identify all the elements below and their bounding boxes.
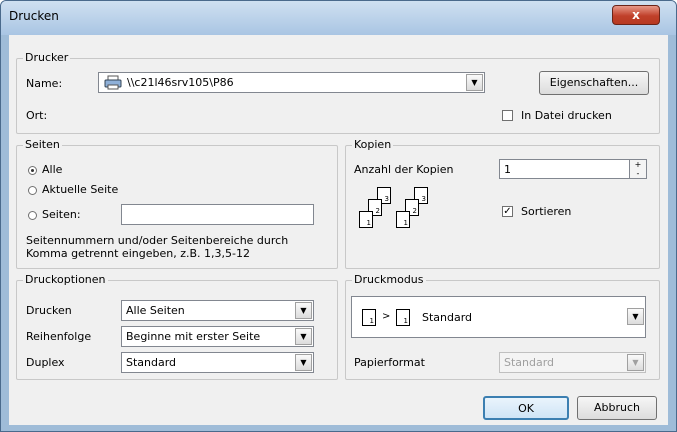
radio-all-label: Alle — [42, 163, 63, 176]
collate-checkbox[interactable]: ✓ — [502, 206, 513, 217]
print-dialog: Drucken x Drucker Name: \\c21l46srv105\P… — [0, 0, 677, 432]
order-select[interactable]: Beginne mit erster Seite ▼ — [121, 326, 314, 347]
printer-group: Drucker — [16, 51, 660, 134]
print-mode-group-label: Druckmodus — [352, 273, 426, 286]
paper-format-select[interactable]: Standard ▼ — [499, 352, 646, 373]
properties-button[interactable]: Eigenschaften... — [539, 71, 649, 95]
pages-hint-line2: Komma getrennt eingeben, z.B. 1,3,5-12 — [26, 247, 250, 260]
ok-button-label: OK — [518, 402, 534, 415]
printer-dropdown-icon[interactable]: ▼ — [466, 74, 483, 91]
dialog-body: Drucker Name: \\c21l46srv105\P86 ▼ Eigen… — [9, 35, 668, 425]
copies-count-label: Anzahl der Kopien — [354, 163, 454, 176]
pages-hint-line1: Seitennummern und/oder Seitenbereiche du… — [26, 234, 289, 247]
check-icon: ✓ — [503, 206, 512, 217]
print-what-label: Drucken — [26, 304, 72, 317]
ok-button[interactable]: OK — [483, 396, 569, 420]
printer-group-label: Drucker — [23, 51, 71, 64]
radio-all-pages[interactable] — [28, 166, 37, 175]
mode-page-icon: 1 — [362, 309, 376, 326]
title-bar[interactable]: Drucken x — [1, 1, 676, 35]
spin-down-icon[interactable]: - — [630, 169, 646, 178]
printer-name-label: Name: — [26, 77, 63, 90]
radio-current-page[interactable] — [28, 186, 37, 195]
location-label: Ort: — [26, 109, 48, 122]
mode-arrow-icon: > — [382, 311, 391, 322]
cancel-button-label: Abbruch — [593, 401, 640, 414]
chevron-down-icon[interactable]: ▼ — [627, 308, 644, 325]
spin-up-icon[interactable]: + — [630, 160, 646, 169]
page-range-input[interactable] — [121, 204, 314, 225]
close-icon: x — [632, 8, 640, 22]
paper-format-label: Papierformat — [354, 356, 425, 369]
copies-spinner[interactable]: + - — [629, 159, 647, 179]
collate-label: Sortieren — [521, 205, 572, 218]
print-what-value: Alle Seiten — [126, 304, 185, 317]
order-label: Reihenfolge — [26, 330, 92, 343]
order-value: Beginne mit erster Seite — [126, 330, 261, 343]
duplex-select[interactable]: Standard ▼ — [121, 352, 314, 373]
collate-page: 1 — [359, 211, 373, 228]
chevron-down-icon[interactable]: ▼ — [295, 328, 312, 345]
radio-current-label: Aktuelle Seite — [42, 183, 119, 196]
print-to-file-checkbox[interactable] — [502, 110, 513, 121]
print-mode-value: Standard — [422, 311, 473, 324]
chevron-down-icon[interactable]: ▼ — [295, 302, 312, 319]
print-to-file-label: In Datei drucken — [521, 109, 612, 122]
duplex-label: Duplex — [26, 356, 65, 369]
printer-icon — [104, 75, 122, 90]
mode-page-icon: 1 — [396, 309, 410, 326]
copies-count-input[interactable]: 1 — [499, 159, 644, 179]
print-mode-select[interactable]: 1 > 1 Standard ▼ — [351, 296, 646, 338]
close-button[interactable]: x — [612, 5, 660, 25]
print-what-select[interactable]: Alle Seiten ▼ — [121, 300, 314, 321]
collate-page: 1 — [396, 211, 410, 228]
pages-group-label: Seiten — [23, 138, 62, 151]
chevron-down-icon[interactable]: ▼ — [295, 354, 312, 371]
window-title: Drucken — [9, 9, 59, 23]
cancel-button[interactable]: Abbruch — [577, 396, 657, 420]
print-options-group-label: Druckoptionen — [23, 273, 108, 286]
printer-name-value: \\c21l46srv105\P86 — [127, 76, 234, 89]
paper-format-value: Standard — [504, 356, 555, 369]
properties-button-label: Eigenschaften... — [549, 76, 639, 89]
copies-count-value: 1 — [504, 163, 511, 176]
copies-group-label: Kopien — [352, 138, 394, 151]
radio-pages-label: Seiten: — [42, 208, 81, 221]
printer-select[interactable]: \\c21l46srv105\P86 ▼ — [98, 72, 485, 93]
duplex-value: Standard — [126, 356, 177, 369]
chevron-down-icon[interactable]: ▼ — [627, 354, 644, 371]
radio-page-range[interactable] — [28, 211, 37, 220]
